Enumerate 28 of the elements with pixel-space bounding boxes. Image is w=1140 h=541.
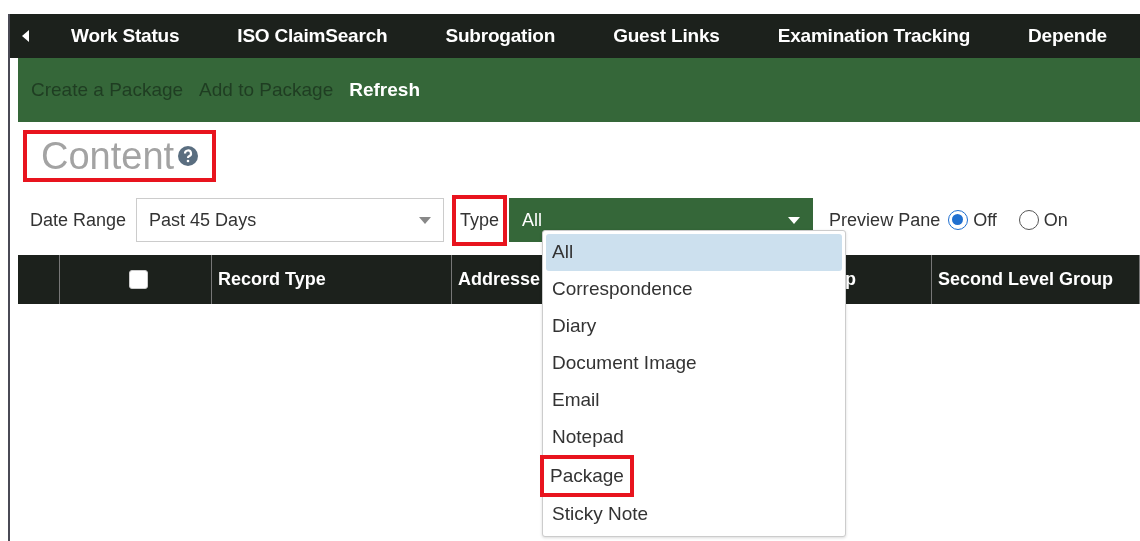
- column-header[interactable]: Second Level Group: [932, 255, 1140, 304]
- field-label: Preview Pane: [829, 208, 941, 232]
- scroll-left-icon[interactable]: [22, 30, 30, 42]
- select-all-checkbox[interactable]: [129, 270, 148, 289]
- dropdown-option[interactable]: Diary: [546, 308, 842, 345]
- date-range-select[interactable]: Past 45 Days: [136, 198, 445, 242]
- dropdown-option[interactable]: Sticky Note: [546, 496, 842, 533]
- nav-tab[interactable]: Examination Tracking: [748, 21, 1000, 51]
- column-header[interactable]: Addresse: [452, 255, 542, 304]
- radio-label: Off: [973, 208, 997, 232]
- nav-tab[interactable]: Work Status: [42, 21, 209, 51]
- caret-icon: [419, 216, 432, 224]
- dropdown-option[interactable]: Email: [546, 382, 842, 419]
- page-title: Content: [41, 134, 175, 178]
- nav-tab[interactable]: ISO ClaimSearch: [208, 21, 417, 51]
- nav-tab[interactable]: Subrogation: [416, 21, 585, 51]
- nav-tab[interactable]: Guest Links: [584, 21, 749, 51]
- dropdown-option[interactable]: All: [546, 234, 842, 271]
- dropdown-option[interactable]: Document Image: [546, 345, 842, 382]
- field-label: Date Range: [30, 208, 127, 232]
- dropdown-option[interactable]: Correspondence: [546, 271, 842, 308]
- toolbar-button[interactable]: Refresh: [346, 73, 423, 107]
- column-header[interactable]: Record Type: [212, 255, 452, 304]
- caret-icon: [788, 216, 801, 224]
- radio-label: On: [1043, 208, 1068, 232]
- dropdown-option[interactable]: Notepad: [546, 419, 842, 456]
- help-icon[interactable]: [178, 146, 199, 166]
- nav-tab[interactable]: Depende: [999, 21, 1136, 51]
